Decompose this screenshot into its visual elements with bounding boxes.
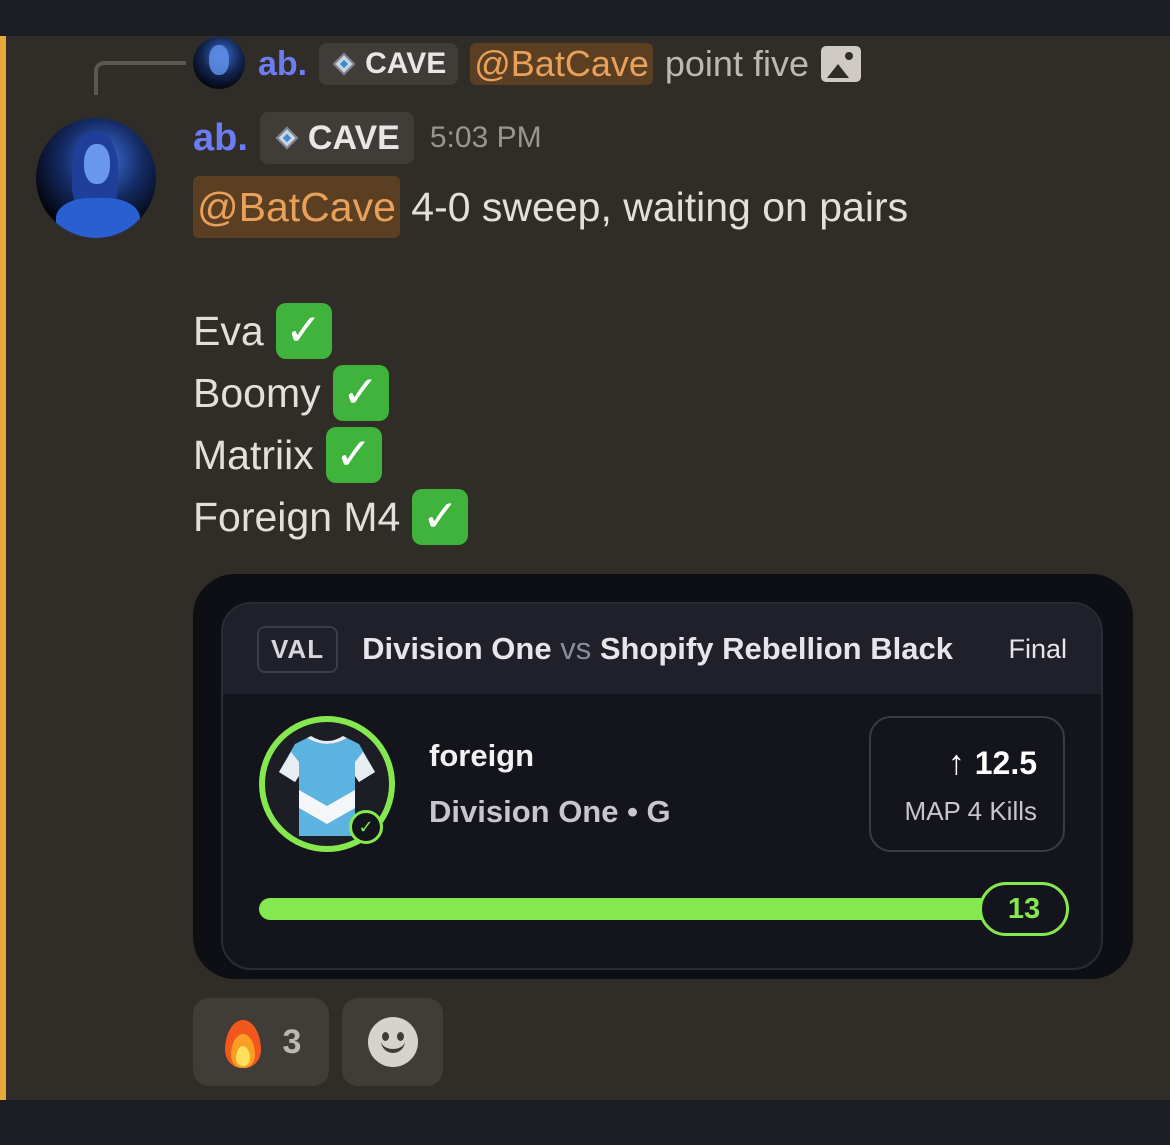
check-mark-icon[interactable]: ✓ [412,489,469,545]
reply-clan-tag-label: CAVE [365,47,447,80]
pick-line: Boomy ✓ [193,362,908,424]
check-mark-icon[interactable]: ✓ [332,365,389,421]
reply-mention[interactable]: @BatCave [470,43,653,85]
message-first-line: @BatCave 4-0 sweep, waiting on pairs [193,176,908,238]
fire-reaction-button[interactable]: 3 [193,998,329,1086]
message-timestamp[interactable]: 5:03 PM [430,121,542,155]
reply-text: point five [664,43,809,84]
match-status: Final [1008,633,1067,664]
player-team-role: Division One • G [429,794,671,829]
reply-preview[interactable]: ab. CAVE @BatCave point five [258,36,861,92]
progress-bar [259,898,1049,920]
vs-label: vs [560,631,592,666]
image-attachment-icon [820,46,861,82]
player-name: foreign [429,738,535,773]
pick-name: Matriix [193,432,314,478]
clan-tag-label: CAVE [307,118,400,157]
team-b: Shopify Rebellion Black [599,631,953,666]
league-badge: VAL [257,625,339,673]
reply-clan-tag[interactable]: CAVE [319,43,459,85]
reply-author-name[interactable]: ab. [258,45,307,84]
author-name[interactable]: ab. [193,117,248,160]
match-title: Division One vs Shopify Rebellion Black [362,631,953,667]
message-content: @BatCave 4-0 sweep, waiting on pairs Eva… [193,176,908,548]
reply-avatar[interactable] [193,37,245,89]
top-bar [0,0,1170,36]
chat-message[interactable]: ab. CAVE @BatCave point five ab. CAVE 5:… [0,36,1170,1100]
pick-line: Eva ✓ [193,300,908,362]
clan-diamond-icon [331,51,357,77]
team-a: Division One [362,631,552,666]
pick-card: VAL Division One vs Shopify Rebellion Bl… [221,602,1103,970]
check-mark-icon[interactable]: ✓ [275,303,332,359]
reply-connector-line [94,61,186,95]
pick-line: Matriix ✓ [193,424,908,486]
fire-icon [221,1014,265,1070]
match-header: VAL Division One vs Shopify Rebellion Bl… [223,604,1101,694]
arrow-up-icon: ↑ [947,744,965,782]
bottom-bar [0,1100,1170,1145]
pick-name: Eva [193,308,264,354]
clan-tag[interactable]: CAVE [259,112,414,164]
prop-stat: MAP 4 Kills [904,796,1037,826]
author-avatar[interactable] [36,118,156,238]
mention-highlight-bar [0,36,6,1100]
add-reaction-button[interactable] [342,998,443,1086]
pick-name: Foreign M4 [193,494,401,540]
pick-name: Boomy [193,370,321,416]
message-text: 4-0 sweep, waiting on pairs [411,184,909,230]
result-badge: 13 [979,882,1069,936]
message-mention[interactable]: @BatCave [193,176,400,238]
message-header: ab. CAVE 5:03 PM [193,110,542,166]
smiley-icon [367,1017,418,1067]
progress-bar-fill [259,898,1002,920]
verified-check-icon: ✓ [349,810,383,844]
prop-line-box: ↑ 12.5 MAP 4 Kills [869,716,1065,852]
pick-card-embed[interactable]: VAL Division One vs Shopify Rebellion Bl… [193,574,1133,979]
reaction-count: 3 [282,1022,302,1061]
check-mark-icon[interactable]: ✓ [325,427,382,483]
pick-line: Foreign M4 ✓ [193,486,908,548]
prop-line: ↑ 12.5 [948,744,1037,783]
clan-diamond-icon [274,125,300,151]
prop-line-value: 12.5 [974,745,1037,781]
